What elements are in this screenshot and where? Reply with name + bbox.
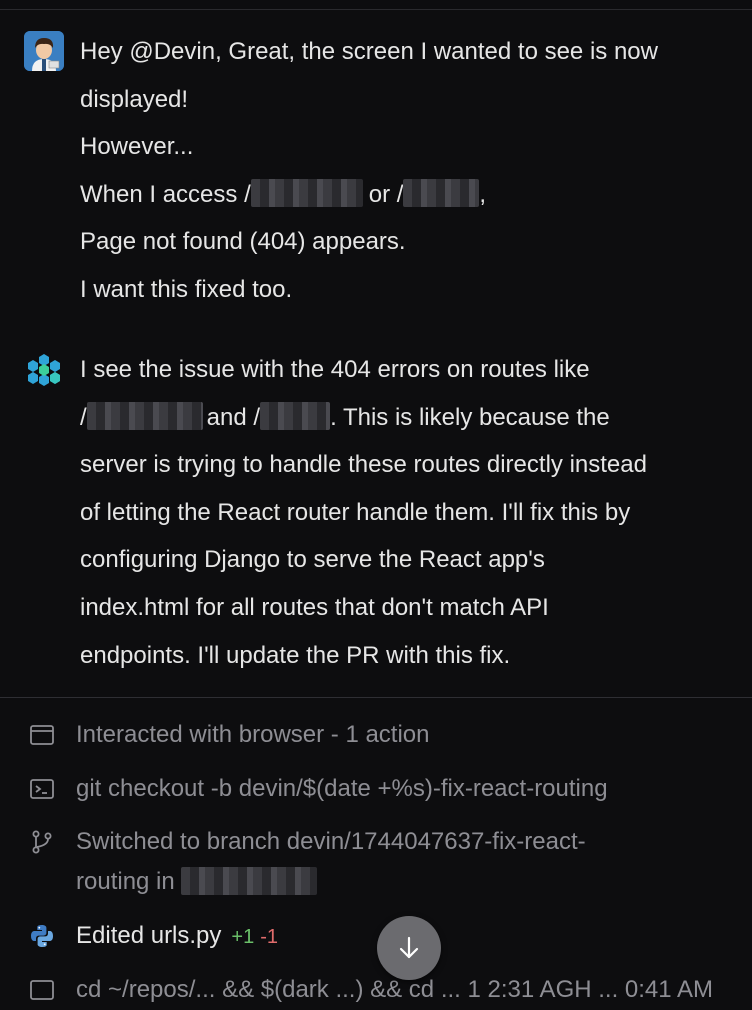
action-label: Interacted with browser - 1 action (76, 721, 430, 748)
message-line: However... (80, 133, 194, 161)
git-branch-icon (32, 830, 52, 854)
action-label-line: routing in (76, 862, 742, 902)
message-text-fragment: . This is likely because the (330, 403, 610, 431)
deletions-count: -1 (260, 926, 279, 948)
redacted-text (250, 178, 363, 207)
devin-logo-icon (26, 352, 62, 388)
message-text-fragment: , (479, 180, 487, 208)
user-message-text: Hey @Devin, Great, the screen I wanted t… (80, 28, 738, 314)
edited-file-text: Edited urls.py (76, 922, 222, 949)
redacted-text (260, 401, 331, 430)
action-label-fragment: routing in (76, 868, 182, 895)
message-text-fragment: and / (206, 403, 261, 431)
message-line: index.html for all routes that don't mat… (80, 593, 549, 621)
additions-count: +1 (231, 926, 255, 948)
terminal-icon (30, 779, 54, 799)
arrow-down-icon (399, 936, 419, 959)
section-divider (0, 697, 752, 698)
action-label: git checkout -b devin/$(date +%s)-fix-re… (76, 775, 608, 802)
browser-window-icon (30, 725, 54, 745)
message-line: configuring Django to serve the React ap… (80, 546, 545, 574)
redacted-text (86, 401, 203, 430)
message-line: I want this fixed too. (80, 275, 293, 303)
top-divider (0, 9, 752, 10)
action-label-line: Switched to branch devin/1744047637-fix-… (76, 828, 586, 855)
message-line: displayed! (80, 85, 189, 113)
devin-message-text: I see the issue with the 404 errors on r… (80, 346, 738, 679)
message-text-fragment: / (80, 403, 87, 431)
user-avatar (24, 31, 64, 71)
message-line: When I access / or /, (80, 171, 738, 219)
message-line: I see the issue with the 404 errors on r… (80, 356, 590, 383)
terminal-icon (30, 980, 54, 1000)
message-line: endpoints. I'll update the PR with this … (80, 641, 511, 669)
message-text-fragment: or / (368, 180, 404, 208)
redacted-text (403, 178, 480, 207)
scroll-to-bottom-button[interactable] (377, 916, 441, 980)
redacted-text (181, 867, 318, 895)
message-line: server is trying to handle these routes … (80, 451, 647, 479)
python-icon (31, 925, 53, 947)
message-line: / and / . This is likely because the (80, 394, 738, 442)
message-line: Hey @Devin, Great, the screen I wanted t… (80, 38, 658, 65)
message-text-fragment: When I access / (80, 180, 251, 208)
action-label: Switched to branch devin/1744047637-fix-… (76, 822, 742, 902)
message-line: Page not found (404) appears. (80, 228, 406, 256)
message-line: of letting the React router handle them.… (80, 498, 631, 526)
